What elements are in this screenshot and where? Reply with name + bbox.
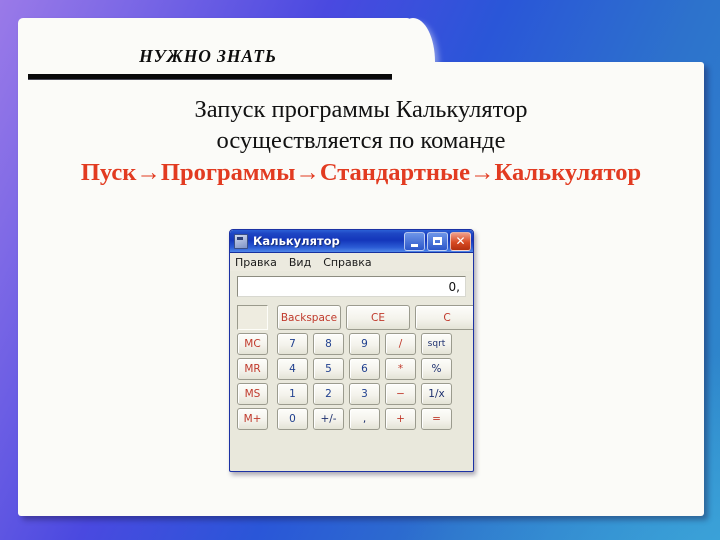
calc-button-ce[interactable]: CE [346,305,410,330]
calc-button-3[interactable]: 3 [349,383,380,405]
calc-button-multiply[interactable]: * [385,358,416,380]
calc-button-2[interactable]: 2 [313,383,344,405]
calculator-menubar: Правка Вид Справка [230,253,473,271]
calc-button-equals[interactable]: = [421,408,452,430]
command-path: Пуск→Программы→Стандартные→Калькулятор [80,159,642,186]
calc-button-plusdivide[interactable]: +/- [313,408,344,430]
menu-item-edit[interactable]: Правка [235,256,277,269]
calculator-row-4-5-6: MR 4 5 6 *% [237,358,466,380]
calc-button-4[interactable]: 4 [277,358,308,380]
calc-button-c[interactable]: C [415,305,473,330]
maximize-button[interactable] [427,231,448,251]
close-button[interactable]: ✕ [450,231,471,251]
calc-button-mr[interactable]: MR [237,358,268,380]
calc-button-1[interactable]: 1 [277,383,308,405]
calculator-row-0-sign: M+ 0 +/-, + = [237,408,466,430]
calculator-button-rows: Backspace CE C MC 7 8 9/sqrt MR 4 5 6 *% MS 1 2 3−1/x M+… [237,305,473,430]
calculator-keypad: 0, Backspace CE C MC 7 8 9/sqrt MR 4 5 6 *% MS 1 2 3−1/… [230,271,473,439]
kicker-underline [28,74,392,80]
calculator-app-icon [234,233,248,249]
calc-button-plus[interactable]: + [385,408,416,430]
memory-indicator [237,305,268,330]
slide-canvas: НУЖНО ЗНАТЬ Запуск программы Калькулятор… [0,0,720,540]
calc-button-minus[interactable]: − [385,383,416,405]
calc-button-9[interactable]: 9 [349,333,380,355]
calc-button-8[interactable]: 8 [313,333,344,355]
calc-button-divide[interactable]: / [385,333,416,355]
close-icon: ✕ [455,233,466,248]
calc-button-6[interactable]: 6 [349,358,380,380]
body-line-2: осуществляется по команде [216,127,506,154]
menu-item-help[interactable]: Справка [323,256,371,269]
minimize-button[interactable] [404,231,425,251]
window-title: Калькулятор [253,234,340,248]
calc-button-m-[interactable]: M+ [237,408,268,430]
slide-body-text: Запуск программы Калькулятор осуществляе… [24,94,698,188]
calculator-titlebar[interactable]: Калькулятор ✕ [230,230,473,253]
calculator-row-7-8-9: MC 7 8 9/sqrt [237,333,466,355]
window-controls: ✕ [404,231,471,251]
calc-button-1dividex[interactable]: 1/x [421,383,452,405]
body-line-1: Запуск программы Калькулятор [194,96,528,123]
calculator-edit-row: Backspace CE C [237,305,473,330]
calc-button-decimal[interactable]: , [349,408,380,430]
calc-button-7[interactable]: 7 [277,333,308,355]
calc-button-0[interactable]: 0 [277,408,308,430]
calc-button-backspace[interactable]: Backspace [277,305,341,330]
calc-button-sqrt[interactable]: sqrt [421,333,452,355]
calculator-row-1-2-3: MS 1 2 3−1/x [237,383,466,405]
calc-button-5[interactable]: 5 [313,358,344,380]
calc-button-mc[interactable]: MC [237,333,268,355]
calc-button-ms[interactable]: MS [237,383,268,405]
calc-button-percent[interactable]: % [421,358,452,380]
calculator-display[interactable]: 0, [237,276,466,297]
menu-item-view[interactable]: Вид [289,256,311,269]
slide-kicker: НУЖНО ЗНАТЬ [139,46,277,66]
calculator-window[interactable]: Калькулятор ✕ Правка Вид Справка 0, Back… [229,229,474,472]
